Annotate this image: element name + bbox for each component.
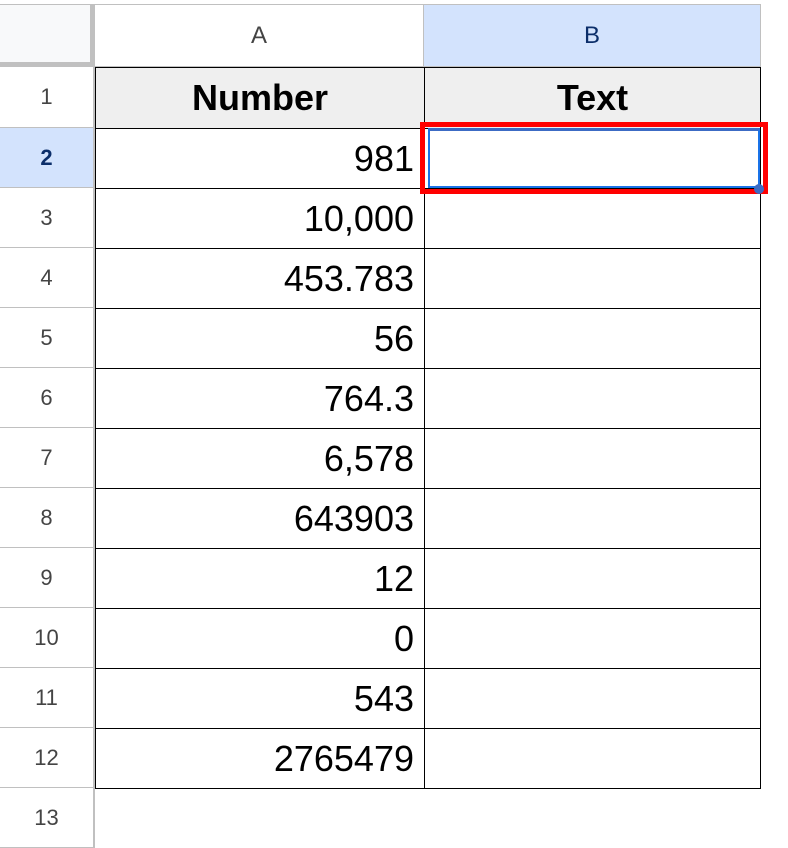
cell-b12[interactable] xyxy=(424,728,761,789)
cell-a9[interactable]: 12 xyxy=(95,548,425,609)
row-header-4[interactable]: 4 xyxy=(0,248,95,308)
row-header-12[interactable]: 12 xyxy=(0,728,95,788)
select-all-corner[interactable] xyxy=(0,4,95,67)
cell-b6[interactable] xyxy=(424,368,761,429)
row-header-6[interactable]: 6 xyxy=(0,368,95,428)
cell-b4[interactable] xyxy=(424,248,761,309)
header-cell-text[interactable]: Text xyxy=(424,67,761,129)
fill-handle[interactable] xyxy=(754,184,764,194)
row-header-7[interactable]: 7 xyxy=(0,428,95,488)
cell-a7[interactable]: 6,578 xyxy=(95,428,425,489)
row-header-5[interactable]: 5 xyxy=(0,308,95,368)
cell-a8[interactable]: 643903 xyxy=(95,488,425,549)
cell-a10[interactable]: 0 xyxy=(95,608,425,669)
cell-b5[interactable] xyxy=(424,308,761,369)
cell-a5[interactable]: 56 xyxy=(95,308,425,369)
cell-b10[interactable] xyxy=(424,608,761,669)
cell-a2[interactable]: 981 xyxy=(95,128,425,189)
cell-a3[interactable]: 10,000 xyxy=(95,188,425,249)
cell-a11[interactable]: 543 xyxy=(95,668,425,729)
row-header-9[interactable]: 9 xyxy=(0,548,95,608)
row-header-2[interactable]: 2 xyxy=(0,128,95,188)
header-cell-number[interactable]: Number xyxy=(95,67,425,129)
cell-a6[interactable]: 764.3 xyxy=(95,368,425,429)
cell-b7[interactable] xyxy=(424,428,761,489)
cell-a4[interactable]: 453.783 xyxy=(95,248,425,309)
row-header-13[interactable]: 13 xyxy=(0,788,95,848)
row-header-3[interactable]: 3 xyxy=(0,188,95,248)
cell-a12[interactable]: 2765479 xyxy=(95,728,425,789)
column-header-a[interactable]: A xyxy=(95,4,424,67)
row-header-11[interactable]: 11 xyxy=(0,668,95,728)
active-cell-b2[interactable] xyxy=(428,128,760,188)
row-header-1[interactable]: 1 xyxy=(0,67,95,128)
cell-b9[interactable] xyxy=(424,548,761,609)
column-header-b[interactable]: B xyxy=(424,4,761,67)
cell-b8[interactable] xyxy=(424,488,761,549)
row-header-10[interactable]: 10 xyxy=(0,608,95,668)
row-header-8[interactable]: 8 xyxy=(0,488,95,548)
cell-b3[interactable] xyxy=(424,188,761,249)
cell-b11[interactable] xyxy=(424,668,761,729)
